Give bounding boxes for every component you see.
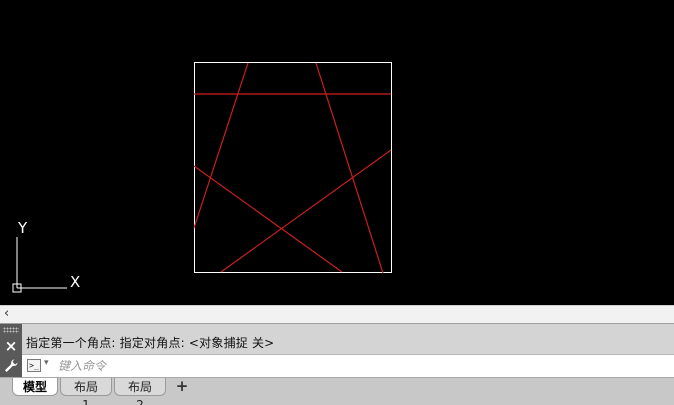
grip-handle-icon[interactable] xyxy=(3,327,19,333)
close-icon[interactable]: × xyxy=(3,338,19,354)
tab-layout2[interactable]: 布局2 xyxy=(114,378,166,405)
red-line-left-diagonal[interactable] xyxy=(193,62,249,229)
tab-model[interactable]: 模型 xyxy=(12,378,58,396)
tab-layout1[interactable]: 布局1 xyxy=(60,378,112,405)
layout-tab-bar: 模型 布局1 布局2 + xyxy=(0,377,674,405)
wrench-icon[interactable] xyxy=(3,358,19,374)
ucs-y-label: Y xyxy=(17,219,28,237)
add-tab-icon[interactable]: + xyxy=(174,379,190,394)
command-input[interactable] xyxy=(58,357,658,375)
chevron-down-icon[interactable]: ▾ xyxy=(44,358,49,368)
ucs-icon xyxy=(12,237,67,293)
cad-application: Y X ‹ × 指定第一个角点: 指定对角点: <对象捕捉 关> >_ ▾ 模型… xyxy=(0,0,674,405)
command-history-bar[interactable]: ‹ xyxy=(0,305,674,323)
drawing-svg[interactable]: Y X xyxy=(0,0,674,305)
command-history-text: 指定第一个角点: 指定对角点: <对象捕捉 关> xyxy=(26,336,275,350)
chevron-left-icon[interactable]: ‹ xyxy=(4,306,9,322)
ucs-x-label: X xyxy=(70,273,80,291)
drawing-canvas[interactable]: Y X xyxy=(0,0,674,305)
command-prompt-icon[interactable]: >_ xyxy=(27,359,41,372)
command-line-grip[interactable]: × xyxy=(0,324,22,378)
command-input-row: >_ ▾ xyxy=(22,354,674,377)
red-line-cross-down[interactable] xyxy=(193,165,343,273)
command-line-panel: × 指定第一个角点: 指定对角点: <对象捕捉 关> >_ ▾ xyxy=(0,323,674,378)
red-line-cross-up[interactable] xyxy=(220,149,392,273)
